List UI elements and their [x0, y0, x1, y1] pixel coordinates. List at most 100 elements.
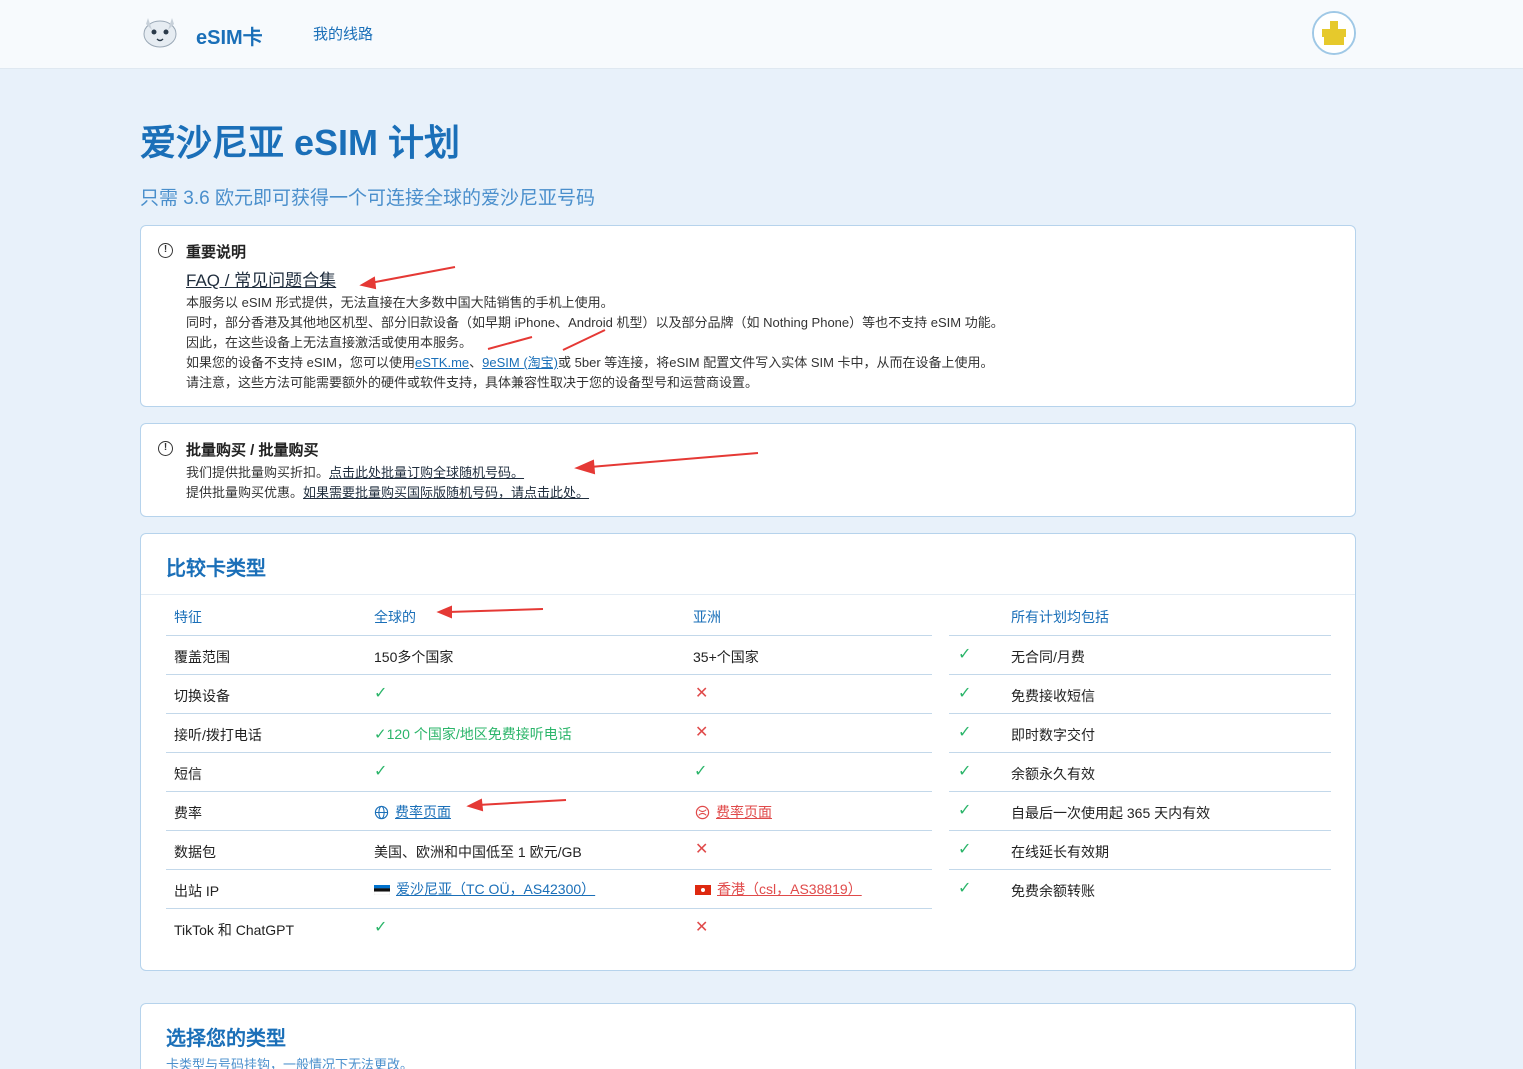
row-divider: [166, 674, 932, 675]
header-feature: 特征: [174, 609, 202, 625]
nav-my-lines[interactable]: 我的线路: [313, 23, 373, 44]
page-subtitle: 只需 3.6 欧元即可获得一个可连接全球的爱沙尼亚号码: [140, 188, 595, 209]
asia-ip-link[interactable]: 香港（csl，AS38819）: [717, 881, 862, 897]
check-icon: ✓: [958, 841, 972, 858]
estk-link[interactable]: eSTK.me: [415, 355, 469, 370]
row-divider: [949, 752, 1331, 753]
header-included: 所有计划均包括: [1011, 609, 1109, 625]
choose-title: 选择您的类型: [166, 1028, 286, 1050]
row-divider: [949, 674, 1331, 675]
divider: [141, 594, 1355, 595]
global-calls: ✓120 个国家/地区免费接听电话: [374, 724, 572, 744]
compare-card: 比较卡类型 特征 全球的 亚洲 所有计划均包括 覆盖范围 150多个国家 35+…: [140, 533, 1356, 971]
feature-rates: 费率: [174, 805, 202, 821]
cross-icon: ✕: [695, 919, 709, 936]
9esim-link[interactable]: 9eSIM (淘宝): [482, 355, 558, 370]
feature-data: 数据包: [174, 844, 216, 860]
row-divider: [166, 869, 932, 870]
check-icon: ✓: [374, 726, 387, 743]
global-coverage: 150多个国家: [374, 649, 454, 665]
asia-rates: 费率页面: [695, 802, 772, 822]
row-divider: [949, 830, 1331, 831]
check-icon: ✓: [958, 646, 972, 663]
notice-text: 我们提供批量购买折扣。: [186, 465, 330, 480]
feature-outbound-ip: 出站 IP: [174, 883, 220, 899]
check-icon: ✓: [958, 802, 972, 819]
global-rates: 费率页面: [374, 802, 451, 822]
check-icon: ✓: [694, 763, 708, 780]
notice-text: 或 5ber 等连接，将eSIM 配置文件写入实体 SIM 卡中，从而在设备上使…: [558, 355, 994, 370]
info-icon: !: [158, 243, 173, 258]
row-divider: [949, 713, 1331, 714]
global-ip: 爱沙尼亚（TC OÜ，AS42300）: [374, 879, 595, 899]
included-item: 免费余额转账: [1011, 883, 1095, 899]
notice-text: 因此，在这些设备上无法直接激活或使用本服务。: [186, 335, 473, 350]
asia-coverage: 35+个国家: [693, 649, 759, 665]
row-divider: [166, 908, 932, 909]
row-divider: [949, 869, 1331, 870]
notice-title: 批量购买 / 批量购买: [186, 442, 319, 459]
brand-name[interactable]: eSIM卡: [196, 21, 263, 50]
bulk-purchase-card: ! 批量购买 / 批量购买 我们提供批量购买折扣。点击此处批量订购全球随机号码。…: [140, 423, 1356, 517]
asia-rates-link[interactable]: 费率页面: [716, 804, 772, 820]
avatar-icon: [1314, 13, 1354, 53]
row-divider: [166, 752, 932, 753]
notice-text-with-links: 如果您的设备不支持 eSIM，您可以使用eSTK.me、9eSIM (淘宝)或 …: [186, 352, 994, 371]
choose-subtitle: 卡类型与号码挂钩，一般情况下无法更改。: [166, 1057, 414, 1069]
included-item: 即时数字交付: [1011, 727, 1095, 743]
choose-type-card: 选择您的类型 卡类型与号码挂钩，一般情况下无法更改。: [140, 1003, 1356, 1069]
faq-link[interactable]: FAQ / 常见问题合集: [186, 266, 336, 291]
info-icon: !: [158, 441, 173, 456]
check-icon: ✓: [374, 685, 388, 702]
notice-title: 重要说明: [186, 244, 247, 261]
check-icon: ✓: [958, 880, 972, 897]
estonia-flag-icon: [374, 885, 390, 896]
notice-text: 提供批量购买优惠。: [186, 485, 304, 500]
bulk-line-2: 提供批量购买优惠。如果需要批量购买国际版随机号码，请点击此处。: [186, 482, 589, 501]
global-data: 美国、欧洲和中国低至 1 欧元/GB: [374, 844, 582, 860]
compare-title: 比较卡类型: [166, 558, 266, 580]
hongkong-flag-icon: [695, 885, 711, 896]
cross-icon: ✕: [695, 724, 709, 741]
check-icon: ✓: [374, 763, 388, 780]
notice-text: 本服务以 eSIM 形式提供，无法直接在大多数中国大陆销售的手机上使用。: [186, 295, 614, 310]
row-divider: [166, 830, 932, 831]
included-item: 在线延长有效期: [1011, 844, 1109, 860]
included-item: 余额永久有效: [1011, 766, 1095, 782]
feature-coverage: 覆盖范围: [174, 649, 230, 665]
global-calls-text: 120 个国家/地区免费接听电话: [386, 726, 572, 742]
included-item: 自最后一次使用起 365 天内有效: [1011, 805, 1211, 821]
global-ip-link[interactable]: 爱沙尼亚（TC OÜ，AS42300）: [396, 881, 595, 897]
separator: 、: [469, 355, 483, 370]
cross-icon: ✕: [695, 685, 709, 702]
included-item: 免费接收短信: [1011, 688, 1095, 704]
row-divider: [166, 791, 932, 792]
feature-sms: 短信: [174, 766, 202, 782]
globe-icon: [374, 805, 389, 820]
included-item: 无合同/月费: [1011, 649, 1085, 665]
asia-rate-icon: [695, 805, 710, 820]
cross-icon: ✕: [695, 841, 709, 858]
bulk-global-link[interactable]: 点击此处批量订购全球随机号码。: [329, 465, 524, 480]
notice-text: 同时，部分香港及其他地区机型、部分旧款设备（如早期 iPhone、Android…: [186, 315, 1004, 330]
row-divider: [949, 635, 1331, 636]
feature-calls: 接听/拨打电话: [174, 727, 262, 743]
notice-text: 请注意，这些方法可能需要额外的硬件或软件支持，具体兼容性取决于您的设备型号和运营…: [186, 375, 759, 390]
page-title: 爱沙尼亚 eSIM 计划: [140, 122, 461, 163]
top-nav: eSIM卡 我的线路: [0, 0, 1523, 69]
header-asia: 亚洲: [693, 609, 721, 625]
feature-switch-device: 切换设备: [174, 688, 230, 704]
asia-ip: 香港（csl，AS38819）: [695, 879, 862, 899]
logo-icon[interactable]: [140, 14, 180, 50]
check-icon: ✓: [958, 724, 972, 741]
row-divider: [949, 791, 1331, 792]
row-divider: [166, 713, 932, 714]
notice-text: 如果您的设备不支持 eSIM，您可以使用: [186, 355, 415, 370]
check-icon: ✓: [374, 919, 388, 936]
avatar[interactable]: [1312, 11, 1356, 55]
bulk-international-link[interactable]: 如果需要批量购买国际版随机号码，请点击此处。: [303, 485, 589, 500]
global-rates-link[interactable]: 费率页面: [395, 804, 451, 820]
bulk-line-1: 我们提供批量购买折扣。点击此处批量订购全球随机号码。: [186, 462, 524, 481]
row-divider: [166, 635, 932, 636]
feature-tiktok-chatgpt: TikTok 和 ChatGPT: [174, 922, 295, 938]
